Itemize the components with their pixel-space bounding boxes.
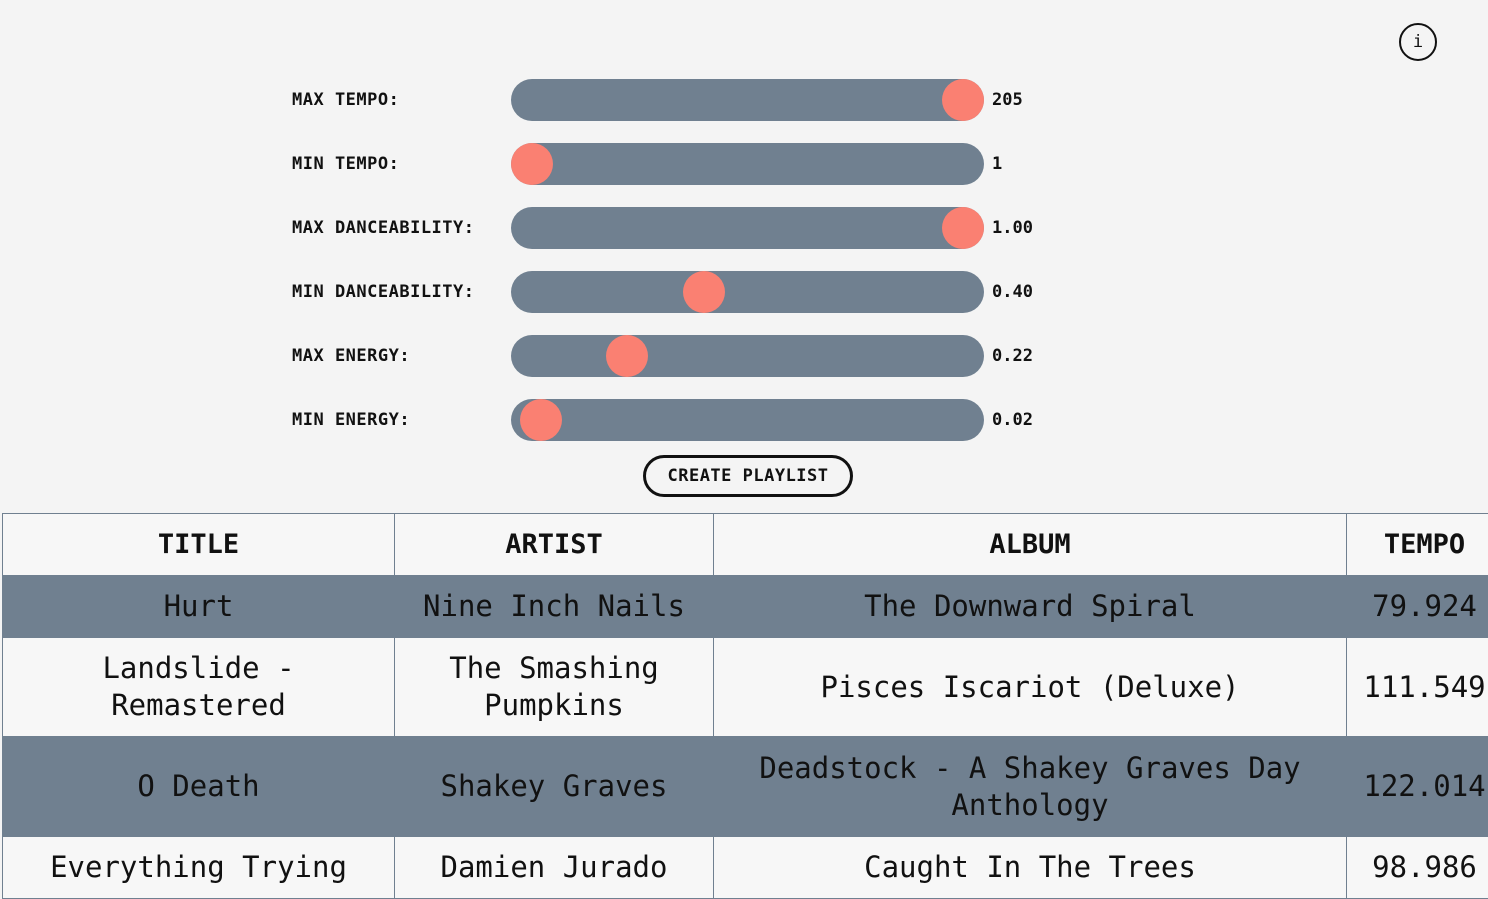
- slider-thumb[interactable]: [942, 207, 984, 249]
- column-header-tempo[interactable]: TEMPO: [1347, 514, 1488, 576]
- cell-album: Caught In The Trees: [714, 837, 1347, 899]
- cell-artist: Nine Inch Nails: [395, 576, 714, 638]
- slider-thumb[interactable]: [520, 399, 562, 441]
- cell-title: Hurt: [3, 576, 395, 638]
- cell-tempo: 79.924: [1347, 576, 1488, 638]
- cell-tempo: 98.986: [1347, 837, 1488, 899]
- slider-value: 0.40: [992, 271, 1033, 313]
- column-header-title[interactable]: TITLE: [3, 514, 395, 576]
- cell-album: The Downward Spiral: [714, 576, 1347, 638]
- cell-album: Pisces Iscariot (Deluxe): [714, 638, 1347, 737]
- slider-label: MIN DANCEABILITY:: [292, 271, 475, 313]
- slider-label: MAX TEMPO:: [292, 79, 399, 121]
- slider-track[interactable]: [511, 271, 984, 313]
- cell-title: Landslide - Remastered: [3, 638, 395, 737]
- cell-artist: The Smashing Pumpkins: [395, 638, 714, 737]
- column-header-artist[interactable]: ARTIST: [395, 514, 714, 576]
- create-playlist-button[interactable]: CREATE PLAYLIST: [643, 455, 853, 497]
- slider-value: 0.22: [992, 335, 1033, 377]
- playlist-table: TITLE ARTIST ALBUM TEMPO Hurt Nine Inch …: [2, 513, 1488, 899]
- slider-thumb[interactable]: [683, 271, 725, 313]
- slider-thumb[interactable]: [511, 143, 553, 185]
- slider-thumb[interactable]: [942, 79, 984, 121]
- cell-album: Deadstock - A Shakey Graves Day Antholog…: [714, 737, 1347, 837]
- slider-track[interactable]: [511, 143, 984, 185]
- table-row[interactable]: Hurt Nine Inch Nails The Downward Spiral…: [3, 576, 1488, 638]
- slider-max-energy: MAX ENERGY: 0.22: [292, 335, 1092, 377]
- slider-label: MIN TEMPO:: [292, 143, 399, 185]
- slider-value: 0.02: [992, 399, 1033, 441]
- table-row[interactable]: Landslide - Remastered The Smashing Pump…: [3, 638, 1488, 737]
- cell-title: O Death: [3, 737, 395, 837]
- slider-min-tempo: MIN TEMPO: 1: [292, 143, 1092, 185]
- slider-max-tempo: MAX TEMPO: 205: [292, 79, 1092, 121]
- slider-track[interactable]: [511, 399, 984, 441]
- slider-label: MIN ENERGY:: [292, 399, 410, 441]
- cell-tempo: 122.014: [1347, 737, 1488, 837]
- slider-min-energy: MIN ENERGY: 0.02: [292, 399, 1092, 441]
- slider-track[interactable]: [511, 207, 984, 249]
- slider-label: MAX DANCEABILITY:: [292, 207, 475, 249]
- cell-tempo: 111.549: [1347, 638, 1488, 737]
- slider-value: 1.00: [992, 207, 1033, 249]
- slider-track[interactable]: [511, 335, 984, 377]
- slider-track[interactable]: [511, 79, 984, 121]
- slider-max-danceability: MAX DANCEABILITY: 1.00: [292, 207, 1092, 249]
- cell-artist: Shakey Graves: [395, 737, 714, 837]
- cell-title: Everything Trying: [3, 837, 395, 899]
- table-row[interactable]: O Death Shakey Graves Deadstock - A Shak…: [3, 737, 1488, 837]
- slider-thumb[interactable]: [606, 335, 648, 377]
- table-header-row: TITLE ARTIST ALBUM TEMPO: [3, 514, 1488, 576]
- table-row[interactable]: Everything Trying Damien Jurado Caught I…: [3, 837, 1488, 899]
- slider-min-danceability: MIN DANCEABILITY: 0.40: [292, 271, 1092, 313]
- slider-value: 1: [992, 143, 1002, 185]
- info-icon: i: [1413, 32, 1423, 52]
- slider-value: 205: [992, 79, 1023, 121]
- column-header-album[interactable]: ALBUM: [714, 514, 1347, 576]
- cell-artist: Damien Jurado: [395, 837, 714, 899]
- slider-label: MAX ENERGY:: [292, 335, 410, 377]
- info-button[interactable]: i: [1399, 23, 1437, 61]
